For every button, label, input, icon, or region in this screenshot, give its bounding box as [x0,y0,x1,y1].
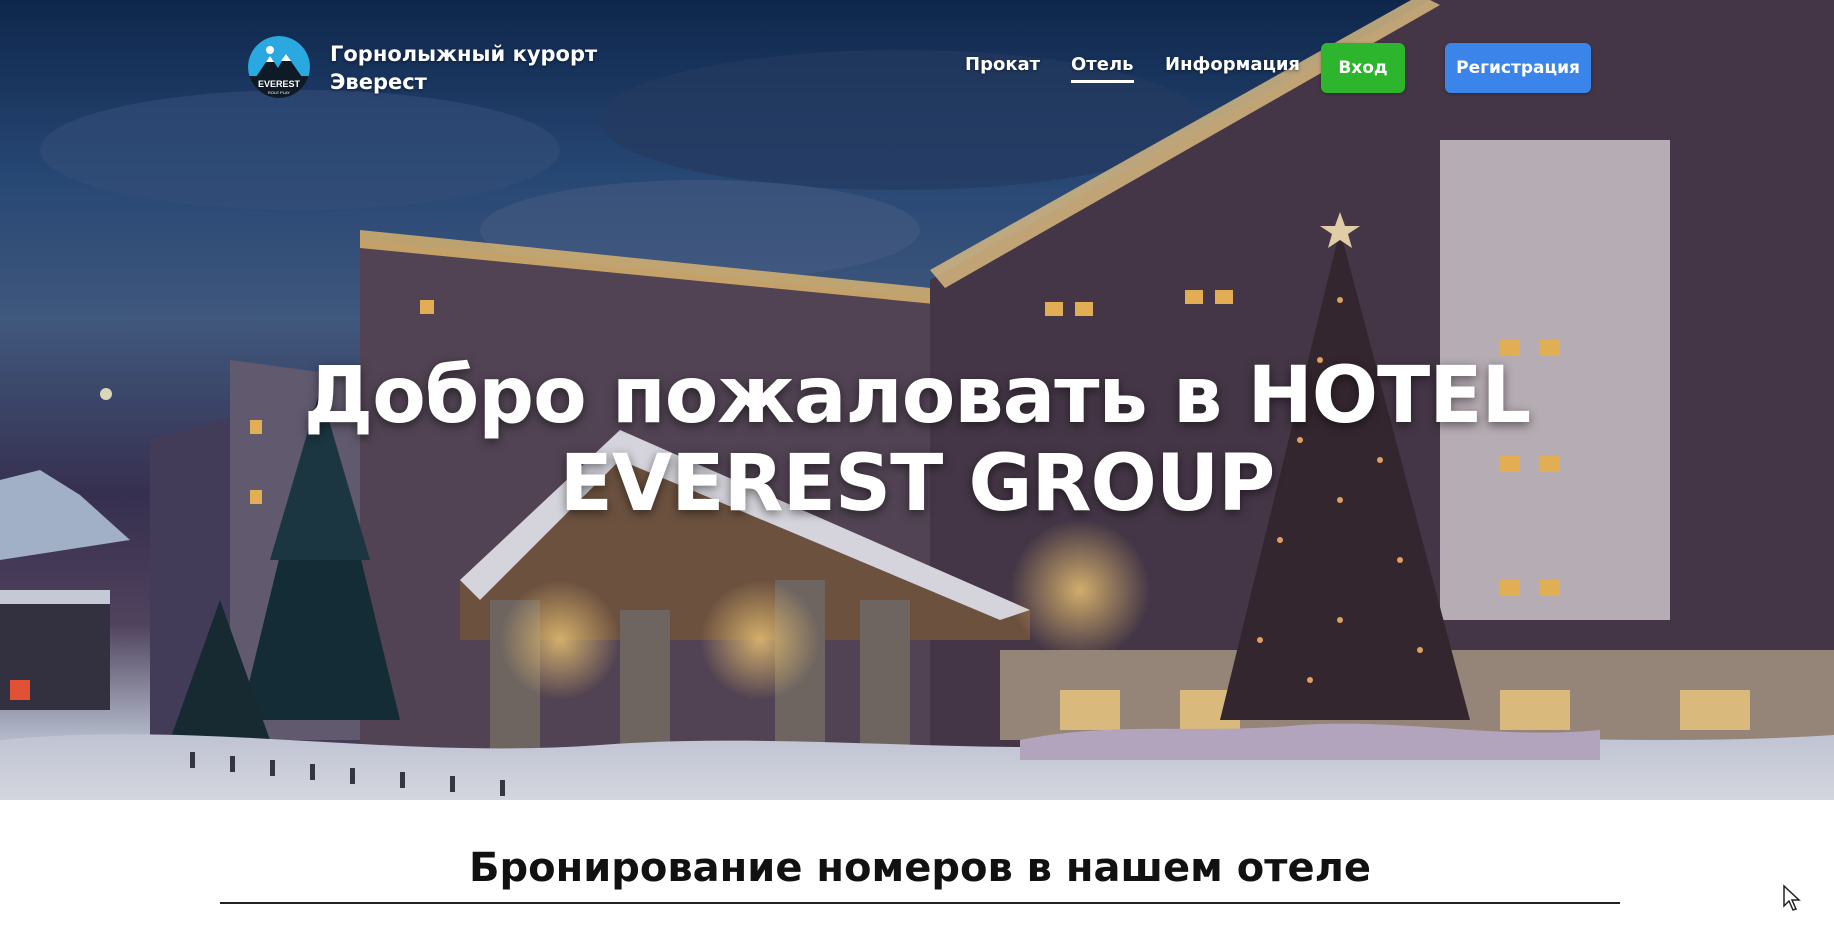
mountain-icon: EVEREST ROLE PLAY [248,36,310,98]
site-header: EVEREST ROLE PLAY Горнолыжный курорт Эве… [0,0,1834,130]
hero-banner: EVEREST ROLE PLAY Горнолыжный курорт Эве… [0,0,1834,800]
page: EVEREST ROLE PLAY Горнолыжный курорт Эве… [0,0,1834,925]
nav-rental[interactable]: Прокат [965,54,1040,75]
nav-info[interactable]: Информация [1165,54,1300,75]
nav-hotel[interactable]: Отель [1071,54,1134,83]
logo-text: EVEREST [258,79,301,89]
cursor-icon [1783,884,1801,911]
booking-title: Бронирование номеров в нашем отеле [468,845,1371,891]
logo-subtext: ROLE PLAY [268,90,290,95]
hero-title-line-1: Добро пожаловать в HOTEL [303,351,1532,441]
hero-title-line-2: EVEREST GROUP [559,439,1276,529]
register-button[interactable]: Регистрация [1445,43,1591,93]
hero-title: Добро пожаловать в HOTEL EVEREST GROUP [300,352,1534,528]
brand-name[interactable]: Горнолыжный курорт Эверест [330,40,630,96]
everest-logo[interactable]: EVEREST ROLE PLAY [248,36,310,98]
brand-line-1: Горнолыжный курорт [330,42,598,66]
login-button[interactable]: Вход [1321,43,1405,93]
brand-line-2: Эверест [330,70,427,94]
divider [220,902,1620,904]
